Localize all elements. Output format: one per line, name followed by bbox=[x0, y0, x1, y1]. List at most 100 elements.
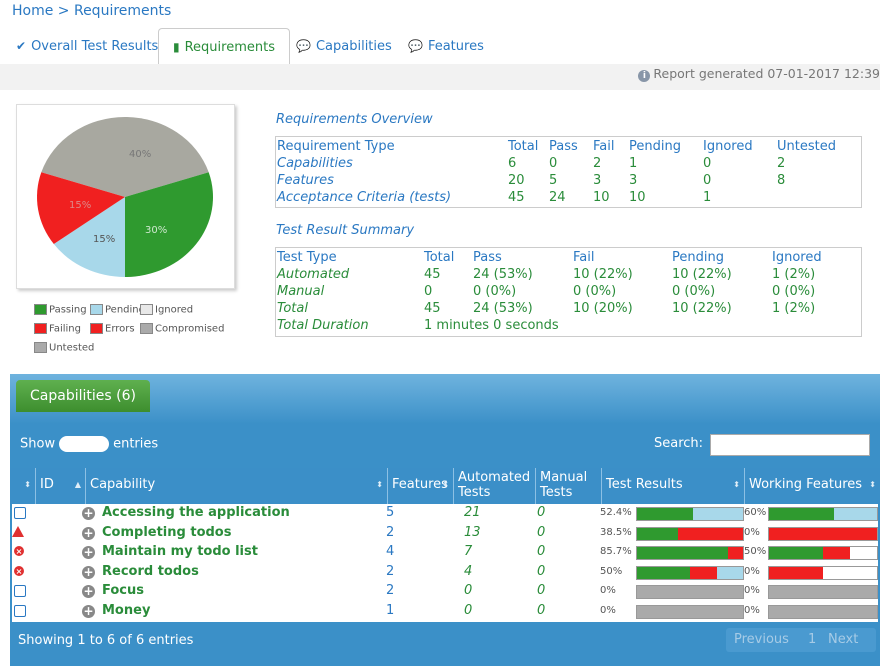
test-results-percent: 0% bbox=[600, 605, 616, 616]
expand-icon[interactable]: + bbox=[82, 605, 95, 618]
legend-swatch bbox=[90, 304, 103, 315]
col-capability[interactable]: Capability ⬍ bbox=[86, 468, 388, 504]
legend-swatch bbox=[34, 304, 47, 315]
capability-name[interactable]: Completing todos bbox=[102, 525, 231, 540]
legend-item: Pending bbox=[90, 304, 145, 316]
col-test-results[interactable]: Test Results ⬍ bbox=[602, 468, 745, 504]
bar-segment-pending bbox=[716, 566, 743, 579]
table-row[interactable]: + Money 1 0 0 0% 0% bbox=[12, 602, 878, 622]
col-manual-tests[interactable]: Manual Tests bbox=[536, 468, 602, 504]
overview-link-features[interactable]: Features bbox=[277, 173, 334, 188]
legend-item: Compromised bbox=[140, 323, 224, 335]
capability-name[interactable]: Maintain my todo list bbox=[102, 544, 258, 559]
working-features-bar bbox=[768, 585, 878, 600]
table-row[interactable]: × + Maintain my todo list 4 7 0 85.7% 50% bbox=[12, 543, 878, 563]
error-icon: × bbox=[14, 546, 24, 557]
working-features-percent: 0% bbox=[744, 565, 760, 577]
table-row[interactable]: + Accessing the application 5 21 0 52.4% 60% bbox=[12, 504, 878, 524]
features-count: 1 bbox=[386, 603, 395, 618]
features-count: 2 bbox=[386, 524, 395, 540]
col-header: Pending bbox=[672, 250, 724, 265]
working-features-percent: 0% bbox=[744, 585, 760, 597]
test-results-percent: 38.5% bbox=[600, 526, 632, 538]
tab-features[interactable]: 💬 Features bbox=[394, 28, 498, 64]
working-features-bar bbox=[768, 507, 878, 521]
bar-segment-pass bbox=[637, 566, 690, 579]
col-automated-tests[interactable]: Automated Tests bbox=[454, 468, 536, 504]
col-header: Total bbox=[508, 139, 539, 154]
col-working-features[interactable]: Working Features ⬍ bbox=[745, 468, 880, 504]
auto-count: 4 bbox=[464, 563, 473, 579]
overview-link-acceptance-criteria[interactable]: Acceptance Criteria (tests) bbox=[277, 190, 451, 205]
pie-chart: 40% 30% 15% 15% bbox=[37, 116, 213, 277]
bar-segment-fail bbox=[823, 547, 850, 560]
pie-label: 30% bbox=[145, 225, 167, 236]
book-icon: ▮ bbox=[173, 40, 180, 54]
capabilities-table-body: + Accessing the application 5 21 0 52.4% 60% + C… bbox=[12, 504, 878, 622]
pagination: Previous 1 Next bbox=[726, 628, 876, 652]
overview-table: Requirement Type Total Pass Fail Pending… bbox=[275, 136, 862, 208]
tab-requirements[interactable]: ▮ Requirements bbox=[158, 28, 290, 66]
warning-icon bbox=[12, 525, 24, 537]
search-input[interactable] bbox=[710, 434, 870, 456]
overview-title: Requirements Overview bbox=[276, 112, 433, 127]
bar-segment-pass bbox=[637, 547, 728, 560]
next-button[interactable]: Next bbox=[828, 628, 858, 652]
bar-segment-pass bbox=[637, 508, 693, 520]
auto-count: 7 bbox=[464, 544, 473, 560]
capability-name[interactable]: Record todos bbox=[102, 564, 199, 579]
manual-count: 0 bbox=[537, 505, 546, 520]
col-header: Ignored bbox=[703, 139, 753, 154]
breadcrumb[interactable]: Home > Requirements bbox=[12, 3, 171, 19]
pie-label: 15% bbox=[69, 200, 91, 211]
page-1-button[interactable]: 1 bbox=[808, 628, 816, 652]
auto-count: 0 bbox=[464, 603, 473, 618]
entries-select[interactable] bbox=[59, 436, 110, 452]
overview-link-capabilities[interactable]: Capabilities bbox=[277, 156, 353, 171]
col-status[interactable]: ⬍ bbox=[10, 468, 36, 504]
bar-segment-pending bbox=[692, 508, 743, 520]
col-header: Untested bbox=[777, 139, 836, 154]
pie-chart-box: 40% 30% 15% 15% bbox=[16, 104, 235, 289]
capability-name[interactable]: Accessing the application bbox=[102, 505, 290, 520]
features-count: 5 bbox=[386, 505, 395, 520]
col-header: Total bbox=[424, 250, 455, 265]
col-header: Pass bbox=[473, 250, 502, 265]
summary-table: Test Type Total Pass Fail Pending Ignore… bbox=[275, 247, 862, 337]
legend-item: Ignored bbox=[140, 304, 193, 316]
check-icon: ✔ bbox=[16, 39, 27, 53]
legend-swatch bbox=[140, 304, 153, 315]
expand-icon[interactable]: + bbox=[82, 546, 95, 560]
test-results-percent: 50% bbox=[600, 565, 623, 577]
table-row[interactable]: + Completing todos 2 13 0 38.5% 0% bbox=[12, 524, 878, 544]
expand-icon[interactable]: + bbox=[82, 526, 95, 540]
test-results-bar bbox=[636, 585, 744, 600]
features-count: 2 bbox=[386, 583, 395, 599]
summary-title: Test Result Summary bbox=[276, 223, 415, 238]
search-label: Search: bbox=[654, 436, 704, 451]
bar-segment-pass bbox=[769, 508, 834, 520]
bar-segment-pending bbox=[833, 508, 877, 520]
col-features[interactable]: Features ⬍ bbox=[388, 468, 454, 504]
table-header: ⬍ ID ▲ Capability ⬍ Features ⬍ Automated Te… bbox=[10, 468, 880, 504]
tab-capabilities-count[interactable]: Capabilities (6) bbox=[16, 380, 150, 412]
table-row[interactable]: + Focus 2 0 0 0% 0% bbox=[12, 582, 878, 602]
comments-icon: 💬 bbox=[408, 39, 423, 53]
expand-icon[interactable]: + bbox=[82, 565, 95, 579]
previous-button[interactable]: Previous bbox=[734, 628, 789, 652]
tab-overall-test-results[interactable]: ✔ Overall Test Results bbox=[2, 28, 172, 64]
test-results-percent: 52.4% bbox=[600, 507, 632, 518]
tab-capabilities[interactable]: 💬 Capabilities bbox=[282, 28, 406, 64]
table-info: Showing 1 to 6 of 6 entries bbox=[18, 633, 194, 648]
capability-name[interactable]: Focus bbox=[102, 583, 144, 598]
table-row[interactable]: × + Record todos 2 4 0 50% 0% bbox=[12, 563, 878, 583]
expand-icon[interactable]: + bbox=[82, 585, 95, 599]
legend-swatch bbox=[34, 342, 47, 353]
capability-name[interactable]: Money bbox=[102, 603, 150, 618]
legend-swatch bbox=[140, 323, 153, 334]
expand-icon[interactable]: + bbox=[82, 507, 95, 520]
legend-swatch bbox=[34, 323, 47, 334]
working-features-percent: 50% bbox=[744, 546, 767, 558]
test-results-percent: 85.7% bbox=[600, 546, 632, 558]
col-id[interactable]: ID ▲ bbox=[36, 468, 86, 504]
